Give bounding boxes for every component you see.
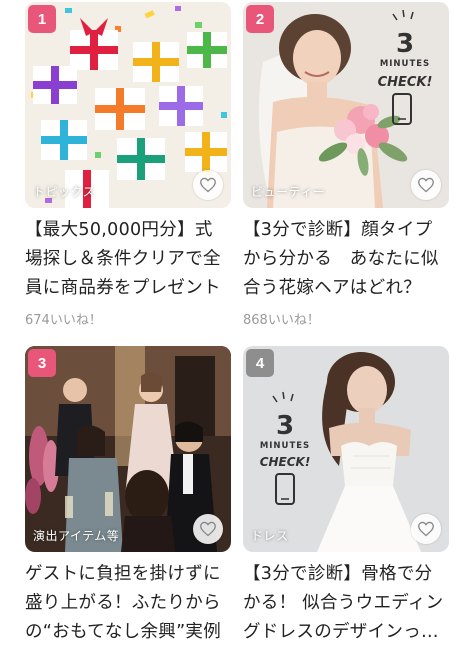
category-label: ドレス (251, 529, 289, 543)
heart-icon (418, 521, 434, 537)
badge-number: 3 (396, 29, 414, 59)
heart-icon (418, 177, 434, 193)
category-label: 演出アイテム等 (33, 529, 120, 543)
favorite-button[interactable] (411, 514, 441, 544)
rank-badge: 4 (246, 349, 274, 377)
article-title-line: 【3分で診断】顔タイプ (243, 220, 433, 240)
article-card[interactable]: 3 MINUTES CHECK! 4 ドレス 【3分で診断】骨格で分 かる！ 似… (243, 346, 449, 647)
article-title[interactable]: 【最大50,000円分】式 場探し＆条件クリアで全 員に商品券をプレゼント (25, 216, 231, 303)
article-thumbnail[interactable]: 1 トピックス (25, 2, 231, 208)
badge-check: CHECK! (260, 455, 311, 469)
article-card[interactable]: 1 トピックス 【最大50,000円分】式 場探し＆条件クリアで全 員に商品券を… (25, 2, 231, 328)
article-title-line: グドレスのデザインっ… (243, 622, 439, 642)
article-thumbnail[interactable]: 3 演出アイテム等 (25, 346, 231, 552)
article-title-line: の“おもてなし余興”実例 (25, 622, 222, 642)
article-title-line: かる！ 似合うウエディン (243, 593, 444, 613)
badge-number: 3 (276, 411, 294, 441)
article-title-line: から分かる あなたに似 (243, 249, 439, 269)
rank-badge: 3 (28, 349, 56, 377)
article-title-line: 合う花嫁ヘアはどれ？ (243, 278, 421, 298)
rank-badge: 2 (246, 5, 274, 33)
article-title-line: 【最大50,000円分】式 (25, 220, 213, 240)
like-count: 868いいね！ (243, 313, 320, 328)
heart-icon (200, 177, 216, 193)
badge-minutes: MINUTES (260, 441, 310, 451)
article-card[interactable]: 3 MINUTES CHECK! 2 ビューティー 【3分で診断】顔タイプ から… (243, 2, 449, 328)
category-label: ビューティー (251, 185, 326, 199)
like-count: 674いいね！ (25, 313, 102, 328)
article-title[interactable]: ゲストに負担を掛けずに 盛り上がる！ふたりから の“おもてなし余興”実例 (25, 560, 231, 647)
category-label: トピックス (33, 185, 96, 199)
article-thumbnail[interactable]: 3 MINUTES CHECK! 4 ドレス (243, 346, 449, 552)
article-title-line: 員に商品券をプレゼント (25, 278, 221, 298)
article-title[interactable]: 【3分で診断】顔タイプ から分かる あなたに似 合う花嫁ヘアはどれ？ (243, 216, 449, 303)
article-thumbnail[interactable]: 3 MINUTES CHECK! 2 ビューティー (243, 2, 449, 208)
rank-badge: 1 (28, 5, 56, 33)
article-title-line: ゲストに負担を掛けずに (25, 564, 221, 584)
favorite-button[interactable] (411, 170, 441, 200)
badge-minutes: MINUTES (380, 59, 430, 69)
favorite-button[interactable] (193, 170, 223, 200)
article-card[interactable]: 3 演出アイテム等 ゲストに負担を掛けずに 盛り上がる！ふたりから の“おもてな… (25, 346, 231, 647)
article-title[interactable]: 【3分で診断】骨格で分 かる！ 似合うウエディン グドレスのデザインっ… (243, 560, 449, 647)
article-title-line: 場探し＆条件クリアで全 (25, 249, 221, 269)
article-ranking-grid: 1 トピックス 【最大50,000円分】式 場探し＆条件クリアで全 員に商品券を… (0, 0, 474, 642)
article-title-line: 盛り上がる！ふたりから (25, 593, 221, 613)
badge-check: CHECK! (378, 75, 433, 90)
article-title-line: 【3分で診断】骨格で分 (243, 564, 433, 584)
heart-icon (200, 521, 216, 537)
favorite-button[interactable] (193, 514, 223, 544)
